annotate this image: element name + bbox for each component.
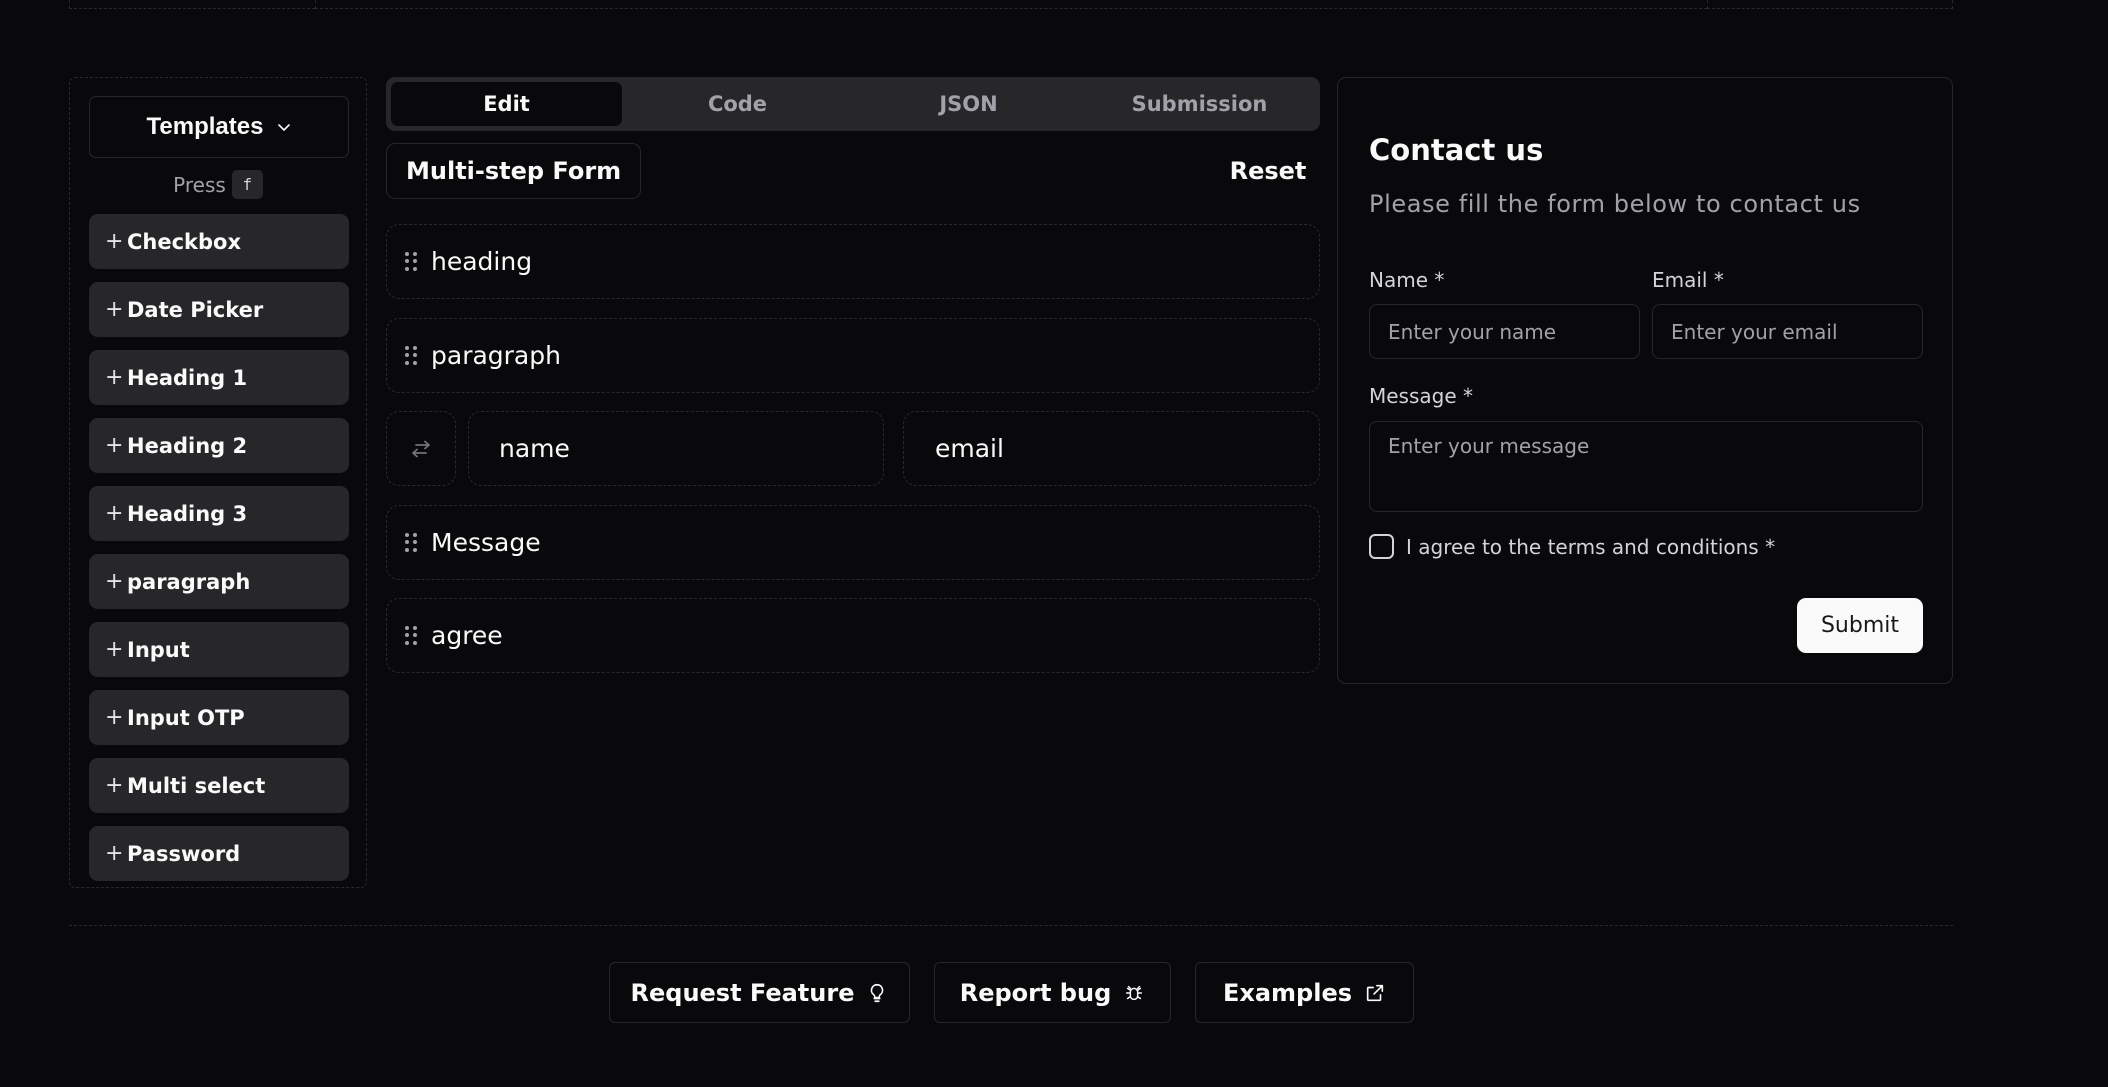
- shortcut-key: f: [231, 170, 263, 199]
- field-item-label: Heading 3: [127, 501, 248, 526]
- name-input[interactable]: [1369, 304, 1640, 359]
- add-field-password[interactable]: + Password: [89, 826, 349, 881]
- plus-icon: +: [105, 501, 124, 526]
- tab-code[interactable]: Code: [622, 82, 853, 126]
- form-field-row-heading[interactable]: heading: [386, 224, 1320, 299]
- field-item-label: Date Picker: [127, 297, 264, 322]
- field-item-label: Heading 1: [127, 365, 248, 390]
- add-field-heading-2[interactable]: + Heading 2: [89, 418, 349, 473]
- agree-checkbox-row[interactable]: I agree to the terms and conditions *: [1369, 534, 1775, 559]
- template-name-button[interactable]: Multi-step Form: [386, 143, 642, 199]
- press-hint-text: Press: [173, 172, 226, 197]
- form-field-cell-name[interactable]: name: [468, 411, 884, 486]
- plus-icon: +: [105, 773, 124, 798]
- drag-handle-icon[interactable]: [405, 251, 417, 272]
- tab-submission[interactable]: Submission: [1084, 82, 1315, 126]
- plus-icon: +: [105, 433, 124, 458]
- plus-icon: +: [105, 637, 124, 662]
- form-field-row-message[interactable]: Message: [386, 505, 1320, 580]
- message-label: Message *: [1369, 384, 1474, 408]
- name-label: Name *: [1369, 268, 1445, 292]
- add-field-heading-3[interactable]: + Heading 3: [89, 486, 349, 541]
- plus-icon: +: [105, 229, 124, 254]
- field-item-label: Input OTP: [127, 705, 245, 730]
- field-item-label: Password: [127, 841, 241, 866]
- examples-button[interactable]: Examples: [1195, 962, 1414, 1023]
- drag-handle-icon[interactable]: [405, 345, 417, 366]
- keyboard-shortcut-hint: Press f: [70, 170, 366, 199]
- reset-button[interactable]: Reset: [1218, 150, 1318, 192]
- add-field-input[interactable]: + Input: [89, 622, 349, 677]
- add-field-multi-select[interactable]: + Multi select: [89, 758, 349, 813]
- chevron-down-icon: [278, 124, 291, 131]
- field-row-label: Message: [431, 528, 541, 557]
- templates-label: Templates: [146, 113, 264, 140]
- swap-fields-button[interactable]: [386, 411, 456, 486]
- plus-icon: +: [105, 841, 124, 866]
- bug-icon: [1126, 985, 1143, 1000]
- plus-icon: +: [105, 365, 124, 390]
- swap-arrows-icon: [412, 440, 430, 457]
- editor-tabs: Edit Code JSON Submission: [386, 77, 1320, 131]
- plus-icon: +: [105, 569, 124, 594]
- preview-title: Contact us: [1369, 133, 1544, 167]
- fields-sidebar: Templates Press f + Checkbox + Date Picker…: [69, 77, 367, 888]
- preview-description: Please fill the form below to contact us: [1369, 190, 1861, 218]
- examples-label: Examples: [1222, 978, 1353, 1007]
- external-link-icon: [1366, 984, 1384, 1001]
- email-input[interactable]: [1652, 304, 1923, 359]
- form-field-row-paragraph[interactable]: paragraph: [386, 318, 1320, 393]
- field-item-label: Heading 2: [127, 433, 248, 458]
- top-section-divider: [1707, 0, 1953, 9]
- form-preview: Contact us Please fill the form below to…: [1337, 77, 1953, 684]
- tab-edit[interactable]: Edit: [391, 82, 622, 126]
- top-section-divider: [315, 0, 1707, 9]
- drag-handle-icon[interactable]: [405, 625, 417, 646]
- footer-divider: [69, 925, 1953, 926]
- field-type-list: + Checkbox + Date Picker + Heading 1 + Headi…: [89, 214, 349, 881]
- form-field-cell-email[interactable]: email: [903, 411, 1320, 486]
- field-row-label: heading: [431, 247, 533, 276]
- plus-icon: +: [105, 297, 124, 322]
- report-bug-label: Report bug: [959, 978, 1112, 1007]
- field-item-label: Multi select: [127, 773, 266, 798]
- message-textarea[interactable]: [1369, 421, 1923, 512]
- add-field-checkbox[interactable]: + Checkbox: [89, 214, 349, 269]
- tab-json[interactable]: JSON: [853, 82, 1084, 126]
- field-row-label: agree: [431, 621, 503, 650]
- field-item-label: Input: [127, 637, 190, 662]
- form-field-row-split: name email: [386, 411, 1320, 486]
- drag-handle-icon[interactable]: [405, 532, 417, 553]
- form-field-row-agree[interactable]: agree: [386, 598, 1320, 673]
- templates-dropdown-button[interactable]: Templates: [89, 96, 349, 158]
- field-item-label: Checkbox: [127, 229, 242, 254]
- add-field-input-otp[interactable]: + Input OTP: [89, 690, 349, 745]
- field-row-label: paragraph: [431, 341, 561, 370]
- agree-checkbox[interactable]: [1369, 534, 1394, 559]
- plus-icon: +: [105, 705, 124, 730]
- request-feature-button[interactable]: Request Feature: [609, 962, 910, 1023]
- top-section-divider: [69, 0, 315, 9]
- report-bug-button[interactable]: Report bug: [934, 962, 1171, 1023]
- add-field-date-picker[interactable]: + Date Picker: [89, 282, 349, 337]
- field-item-label: paragraph: [127, 569, 251, 594]
- submit-button[interactable]: Submit: [1797, 598, 1923, 653]
- agree-label: I agree to the terms and conditions *: [1406, 534, 1776, 559]
- request-feature-label: Request Feature: [630, 978, 855, 1007]
- lightbulb-icon: [871, 983, 884, 1002]
- add-field-paragraph[interactable]: + paragraph: [89, 554, 349, 609]
- email-label: Email *: [1652, 268, 1724, 292]
- add-field-heading-1[interactable]: + Heading 1: [89, 350, 349, 405]
